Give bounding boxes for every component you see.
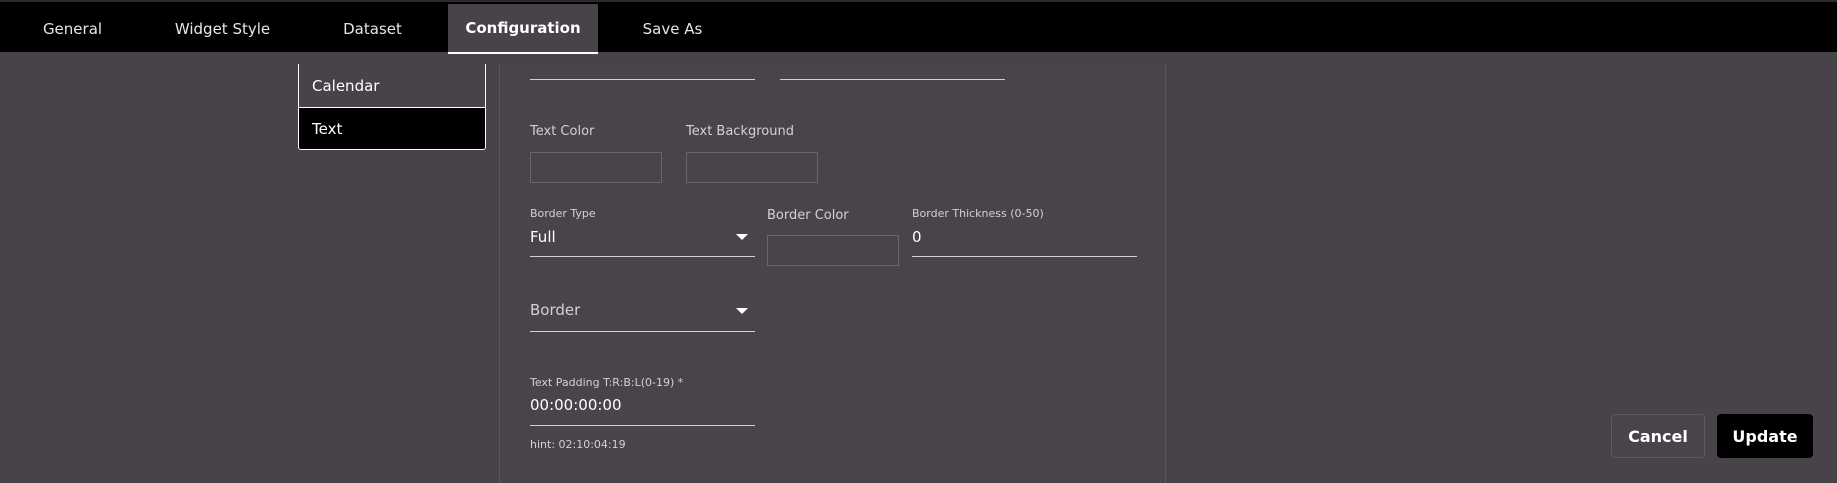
- border-thickness-label: Border Thickness (0-50): [912, 207, 1044, 220]
- widget-type-list: Calendar Text: [298, 64, 486, 150]
- tab-dataset[interactable]: Dataset: [300, 4, 445, 54]
- border-color-input[interactable]: [767, 235, 899, 266]
- text-padding-label: Text Padding T:R:B:L(0-19) *: [530, 376, 684, 389]
- border-thickness-input[interactable]: 0: [912, 228, 922, 246]
- field-underline-top-right[interactable]: [780, 79, 1005, 80]
- list-item-text[interactable]: Text: [298, 107, 486, 150]
- tab-save-as[interactable]: Save As: [600, 4, 745, 54]
- top-tab-bar: General Widget Style Dataset Configurati…: [0, 0, 1837, 54]
- border-color-label: Border Color: [767, 208, 849, 223]
- chevron-down-icon[interactable]: [736, 234, 748, 240]
- text-background-label: Text Background: [686, 124, 794, 139]
- text-padding-input[interactable]: 00:00:00:00: [530, 396, 622, 414]
- border-select[interactable]: Border: [530, 301, 580, 319]
- update-button[interactable]: Update: [1717, 414, 1813, 458]
- text-background-input[interactable]: [686, 152, 818, 183]
- text-color-input[interactable]: [530, 152, 662, 183]
- text-padding-underline: [530, 425, 755, 426]
- list-item-calendar[interactable]: Calendar: [298, 64, 486, 107]
- border-type-underline: [530, 256, 755, 257]
- tab-general[interactable]: General: [0, 4, 145, 54]
- configuration-panel: Text Color Text Background Border Type F…: [499, 64, 1166, 483]
- chevron-down-icon[interactable]: [736, 308, 748, 314]
- border-type-label: Border Type: [530, 207, 596, 220]
- border-thickness-underline: [912, 256, 1137, 257]
- text-color-label: Text Color: [530, 124, 595, 139]
- tab-configuration[interactable]: Configuration: [448, 4, 598, 54]
- border-type-value[interactable]: Full: [530, 228, 556, 246]
- cancel-button[interactable]: Cancel: [1611, 414, 1705, 458]
- tab-widget-style[interactable]: Widget Style: [150, 4, 295, 54]
- text-padding-hint: hint: 02:10:04:19: [530, 438, 626, 451]
- border-select-underline: [530, 331, 755, 332]
- field-underline-top-left[interactable]: [530, 79, 755, 80]
